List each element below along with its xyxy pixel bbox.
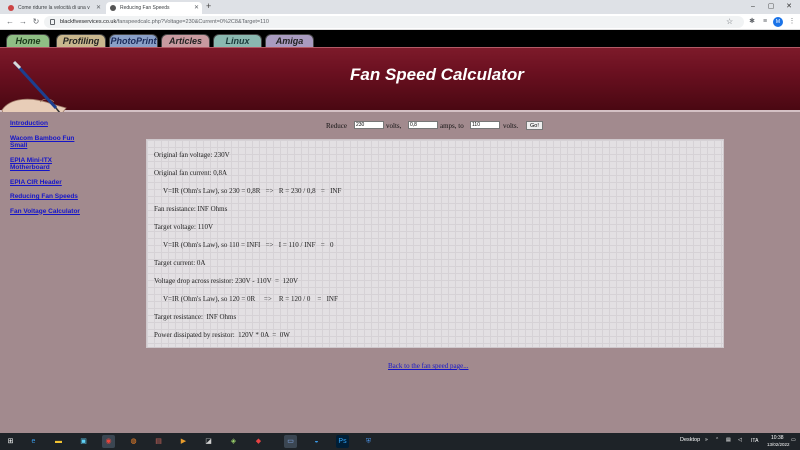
media-player-icon[interactable]: ▶ — [177, 435, 190, 448]
close-tab-icon[interactable]: ✕ — [96, 2, 101, 14]
nav-tab-amiga[interactable]: Amiga — [265, 34, 314, 47]
reload-icon[interactable]: ↻ — [30, 16, 42, 28]
photos-icon[interactable]: ▣ — [77, 435, 90, 448]
result-original-voltage: Original fan voltage: 230V — [154, 151, 230, 159]
sidebar-link-epia-mini-itx[interactable]: EPIA Mini-ITX Motherboard — [10, 157, 80, 172]
voltage-input[interactable] — [354, 121, 384, 129]
back-to-fan-speed-link[interactable]: Back to the fan speed page... — [388, 362, 468, 370]
amps-label: amps, to — [440, 122, 464, 130]
file-explorer-icon[interactable]: ▬ — [52, 435, 65, 448]
nav-tab-linux[interactable]: Linux — [213, 34, 262, 47]
volume-icon[interactable]: ◁ — [738, 437, 742, 443]
taskbar: ⊞ e ▬ ▣ ◉ ◍ ▤ ▶ ◪ ◈ ◆ ▭ ◒ Ps ⛨ Desktop »… — [0, 433, 800, 450]
reduce-label: Reduce — [326, 122, 347, 130]
results-panel: Original fan voltage: 230V Original fan … — [146, 139, 724, 348]
firefox-icon[interactable]: ◍ — [127, 435, 140, 448]
extensions-icon[interactable]: ✱ — [746, 16, 758, 28]
result-target-voltage: Target voltage: 110V — [154, 223, 213, 231]
page-title: Fan Speed Calculator — [350, 65, 524, 84]
nav-tab-photoprint[interactable]: PhotoPrint — [109, 34, 158, 47]
sidebar-link-fan-voltage-calculator[interactable]: Fan Voltage Calculator — [10, 208, 80, 216]
sidebar: Introduction Wacom Bamboo Fun Small EPIA… — [10, 120, 80, 222]
language-indicator[interactable]: ITA — [751, 438, 758, 444]
sidebar-link-introduction[interactable]: Introduction — [10, 120, 80, 128]
browser-toolbar: ← → ↻ blackfiveservices.co.uk/fanspeedca… — [0, 14, 800, 30]
sidebar-link-reducing-fan-speeds[interactable]: Reducing Fan Speeds — [10, 193, 80, 201]
menu-icon[interactable]: ⋮ — [786, 16, 798, 28]
app-icon-1[interactable]: ▤ — [152, 435, 165, 448]
result-power-dissipated: Power dissipated by resistor: 120V * 0A … — [154, 331, 290, 339]
web-page: Home Profiling PhotoPrint Articles Linux… — [0, 31, 800, 433]
new-tab-button[interactable]: + — [206, 1, 211, 11]
browser-tab-1[interactable]: Come ridurre la velocità di una v ✕ — [4, 2, 104, 14]
url-text: blackfiveservices.co.uk/fanspeedcalc.php… — [60, 19, 269, 25]
app-icon-5[interactable]: ▭ — [284, 435, 297, 448]
site-header: Fan Speed Calculator — [0, 47, 800, 117]
result-ohms-law-resistor: V=IR (Ohm's Law), so 120 = 0R => R = 120… — [163, 295, 338, 303]
reading-list-icon[interactable]: ≡ — [759, 16, 771, 28]
shield-icon[interactable]: ⛨ — [362, 435, 375, 448]
lock-icon — [50, 19, 55, 25]
chevron-icon[interactable]: » — [705, 437, 708, 443]
nav-tab-profiling[interactable]: Profiling — [56, 34, 106, 47]
tray-up-icon[interactable]: ⌃ — [715, 437, 719, 443]
profile-avatar[interactable]: M — [773, 17, 783, 27]
quill-pen-icon — [1, 60, 67, 117]
tab-title: Reducing Fan Speeds — [120, 5, 170, 11]
content-area: Introduction Wacom Bamboo Fun Small EPIA… — [0, 112, 800, 433]
nav-tab-articles[interactable]: Articles — [161, 34, 210, 47]
browser-tab-strip: Come ridurre la velocità di una v ✕ Redu… — [0, 0, 800, 14]
volts-label-2: volts. — [503, 122, 519, 130]
volts-label: volts, — [386, 122, 402, 130]
site-nav: Home Profiling PhotoPrint Articles Linux… — [0, 31, 800, 47]
result-original-current: Original fan current: 0,8A — [154, 169, 228, 177]
clock-time[interactable]: 10:38 — [771, 435, 784, 441]
clock-date[interactable]: 13/02/2022 — [767, 442, 790, 447]
back-arrow-icon[interactable]: ← — [4, 16, 16, 28]
result-ohms-law-current: V=IR (Ohm's Law), so 110 = INFI => I = 1… — [163, 241, 334, 249]
nav-tab-home[interactable]: Home — [6, 34, 50, 47]
app-icon-3[interactable]: ◈ — [227, 435, 240, 448]
address-bar[interactable]: blackfiveservices.co.uk/fanspeedcalc.php… — [44, 16, 744, 28]
browser-tab-2[interactable]: Reducing Fan Speeds ✕ — [106, 2, 202, 14]
windows-start-icon[interactable]: ⊞ — [4, 435, 17, 448]
desktop-label[interactable]: Desktop — [680, 437, 700, 443]
result-ohms-law-resistance: V=IR (Ohm's Law), so 230 = 0,8R => R = 2… — [163, 187, 342, 195]
sidebar-link-wacom-bamboo[interactable]: Wacom Bamboo Fun Small — [10, 135, 80, 150]
app-icon-6[interactable]: ◒ — [310, 435, 323, 448]
favicon-icon — [8, 5, 14, 11]
result-voltage-drop: Voltage drop across resistor: 230V - 110… — [154, 277, 299, 285]
photoshop-icon[interactable]: Ps — [336, 435, 349, 448]
result-target-resistance: Target resistance: INF Ohms — [154, 313, 237, 321]
forward-arrow-icon[interactable]: → — [17, 16, 29, 28]
favicon-icon — [110, 5, 116, 11]
screen: Come ridurre la velocità di una v ✕ Redu… — [0, 0, 800, 450]
result-target-current: Target current: 0A — [154, 259, 206, 267]
network-icon[interactable]: ▤ — [726, 437, 731, 443]
notifications-icon[interactable]: ▭ — [791, 437, 796, 443]
result-fan-resistance: Fan resistance: INF Ohms — [154, 205, 228, 213]
sidebar-link-epia-cir-header[interactable]: EPIA CIR Header — [10, 179, 80, 187]
app-icon-2[interactable]: ◪ — [202, 435, 215, 448]
app-icon-4[interactable]: ◆ — [252, 435, 265, 448]
minimize-icon[interactable]: – — [744, 0, 762, 14]
go-button[interactable]: Go! — [526, 121, 543, 130]
edge-icon[interactable]: e — [27, 435, 40, 448]
close-tab-icon[interactable]: ✕ — [194, 2, 199, 14]
target-voltage-input[interactable] — [470, 121, 500, 129]
close-window-icon[interactable]: ✕ — [780, 0, 798, 14]
tab-title: Come ridurre la velocità di una v — [18, 5, 90, 11]
maximize-icon[interactable]: ▢ — [762, 0, 780, 14]
chrome-icon[interactable]: ◉ — [102, 435, 115, 448]
bookmark-star-icon[interactable]: ☆ — [726, 16, 733, 28]
current-input[interactable] — [408, 121, 438, 129]
